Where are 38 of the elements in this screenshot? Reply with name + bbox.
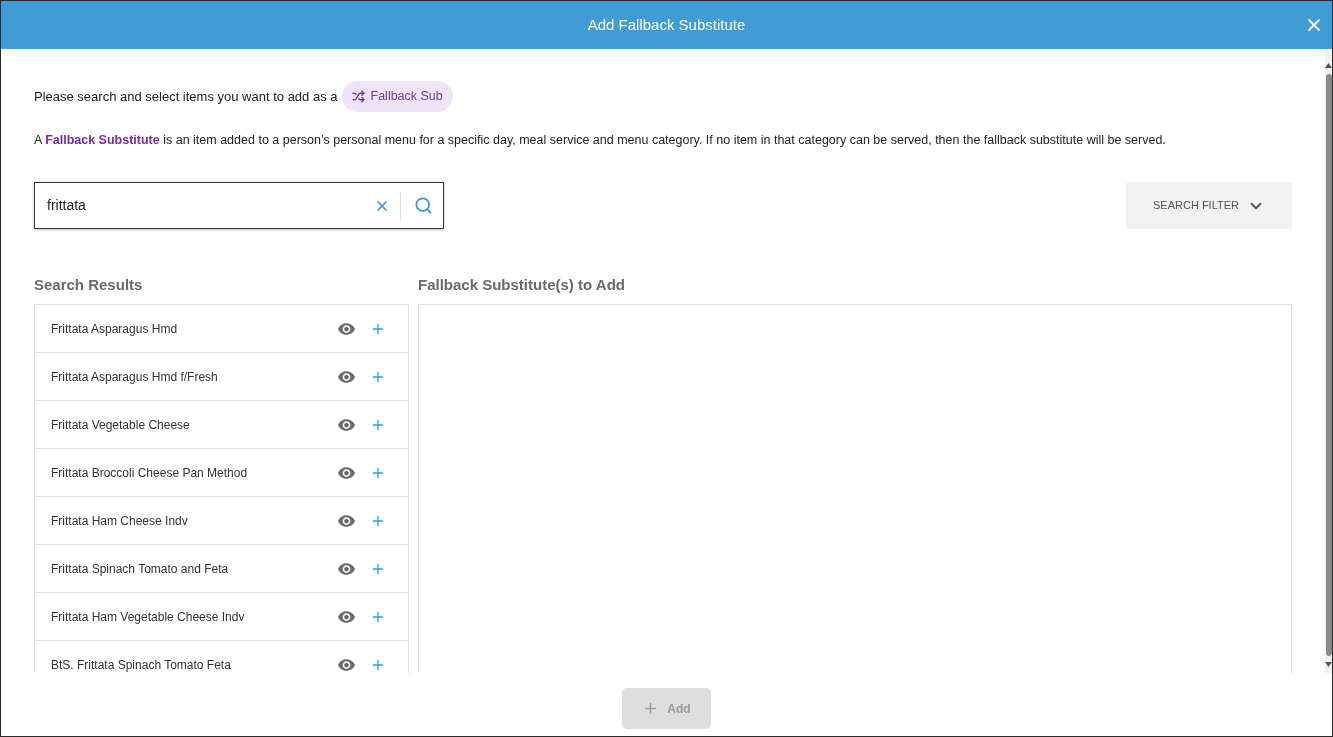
shuffle-icon: [351, 90, 365, 103]
eye-icon: [338, 370, 355, 383]
view-button[interactable]: [338, 418, 355, 431]
intro-text: Please search and select items you want to add as a: [34, 87, 338, 106]
eye-icon: [338, 466, 355, 479]
view-button[interactable]: [338, 514, 355, 527]
view-button[interactable]: [338, 562, 355, 575]
view-button[interactable]: [338, 466, 355, 479]
eye-icon: [338, 658, 355, 671]
view-button[interactable]: [338, 610, 355, 623]
section-heading: Fallback Substitute(s) to Add: [418, 275, 626, 294]
tag-label: Fallback Sub: [370, 88, 443, 106]
scroll-up-icon: [1325, 63, 1332, 68]
section-heading: Search Results: [34, 275, 144, 294]
search-box[interactable]: frittata: [34, 182, 444, 229]
eye-icon: [338, 562, 355, 575]
search-icon: [413, 196, 433, 215]
search-input[interactable]: frittata: [47, 195, 374, 216]
item-name: Frittata Ham Cheese Indv: [51, 512, 189, 530]
eye-icon: [338, 514, 355, 527]
item-name: Frittata Asparagus Hmd: [51, 320, 179, 338]
item-name: Frittata Asparagus Hmd f/Fresh: [51, 368, 219, 386]
item-name: BtS. Frittata Spinach Tomato Feta: [51, 656, 232, 673]
item-name: Frittata Spinach Tomato and Feta: [51, 560, 230, 578]
item-name: Frittata Broccoli Cheese Pan Method: [51, 464, 249, 482]
eye-icon: [338, 322, 355, 335]
eye-icon: [338, 610, 355, 623]
item-name: Frittata Ham Vegetable Cheese Indv: [51, 608, 246, 626]
item-name: Frittata Vegetable Cheese: [51, 416, 191, 434]
dialog-title: Add Fallback Substitute: [587, 14, 746, 35]
search-filter-button[interactable]: SEARCH FILTER: [1126, 182, 1292, 229]
view-button[interactable]: [338, 658, 355, 671]
scroll-down-icon: [1325, 662, 1332, 667]
eye-icon: [338, 418, 355, 431]
view-button[interactable]: [338, 370, 355, 383]
view-button[interactable]: [338, 322, 355, 335]
search-button[interactable]: [413, 195, 433, 216]
description-text: A Fallback Substitute is an item added to a person’s personal menu for a specific day, meal service and menu category. If no item in that category can be served, then the fallback substitute will be served.: [34, 132, 1167, 148]
